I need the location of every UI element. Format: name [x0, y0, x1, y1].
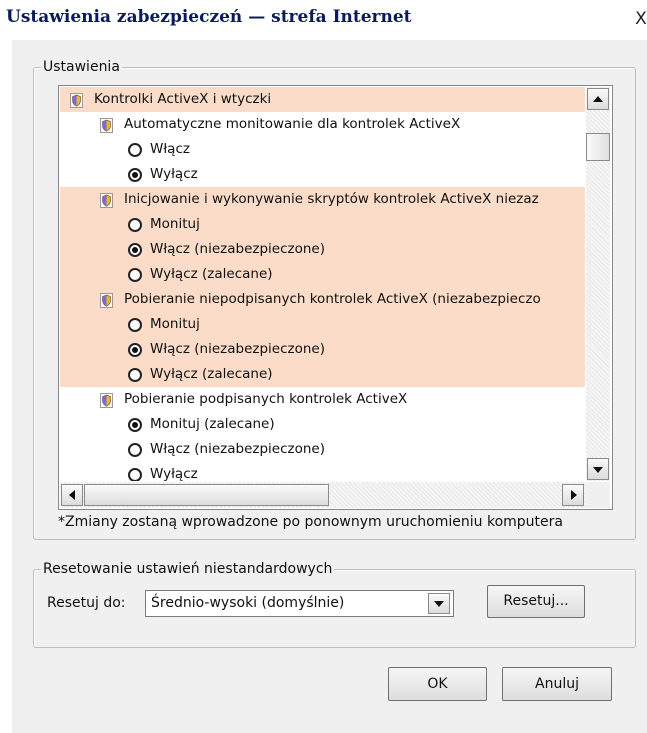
option-label: Monituj (zalecane): [150, 416, 275, 432]
tree-radio-option[interactable]: Wyłącz (zalecane): [60, 362, 585, 387]
setting-label: Automatyczne monitowanie dla kontrolek A…: [124, 116, 461, 132]
radio-unchecked[interactable]: [128, 218, 142, 232]
reset-button[interactable]: Resetuj...: [487, 585, 585, 618]
tree-radio-option[interactable]: Wyłącz: [60, 162, 585, 187]
chevron-down-icon: [434, 601, 444, 607]
tree-setting: Pobieranie niepodpisanych kontrolek Acti…: [60, 287, 585, 312]
arrow-up-icon: [593, 96, 603, 102]
close-button[interactable]: X: [631, 8, 647, 30]
radio-checked[interactable]: [128, 343, 142, 357]
setting-label: Inicjowanie i wykonywanie skryptów kontr…: [124, 191, 539, 207]
tree-radio-option[interactable]: Włącz (niezabezpieczone): [60, 237, 585, 262]
radio-unchecked[interactable]: [128, 468, 142, 481]
settings-tree: Kontrolki ActiveX i wtyczki Automatyczne …: [60, 87, 585, 481]
horizontal-scroll-thumb[interactable]: [84, 484, 329, 506]
scroll-right-button[interactable]: [562, 484, 584, 506]
arrow-left-icon: [69, 490, 75, 500]
tree-radio-option[interactable]: Wyłącz: [60, 462, 585, 481]
security-level-select[interactable]: Średnio-wysoki (domyślnie): [145, 590, 454, 617]
radio-unchecked[interactable]: [128, 143, 142, 157]
tree-setting: Automatyczne monitowanie dla kontrolek A…: [60, 112, 585, 137]
reset-group-label: Resetowanie ustawień niestandardowych: [41, 561, 335, 577]
arrow-down-icon: [593, 467, 603, 473]
settings-list[interactable]: Kontrolki ActiveX i wtyczki Automatyczne …: [58, 85, 613, 510]
tree-radio-option[interactable]: Włącz (niezabezpieczone): [60, 437, 585, 462]
scroll-left-button[interactable]: [61, 484, 83, 506]
option-label: Włącz: [150, 141, 190, 157]
security-level-value: Średnio-wysoki (domyślnie): [151, 595, 345, 611]
tree-radio-option[interactable]: Włącz (niezabezpieczone): [60, 337, 585, 362]
settings-group-label: Ustawienia: [41, 59, 122, 75]
tree-radio-option[interactable]: Monituj: [60, 312, 585, 337]
option-label: Wyłącz: [150, 466, 198, 481]
radio-dot: [132, 247, 138, 253]
vertical-scrollbar[interactable]: [586, 87, 610, 481]
arrow-right-icon: [571, 490, 577, 500]
scrollbar-corner: [586, 482, 610, 508]
tree-radio-option[interactable]: Włącz: [60, 137, 585, 162]
tree-radio-option[interactable]: Wyłącz (zalecane): [60, 262, 585, 287]
radio-unchecked[interactable]: [128, 268, 142, 282]
shield-icon: [100, 392, 113, 408]
scroll-down-button[interactable]: [587, 458, 609, 480]
radio-checked[interactable]: [128, 243, 142, 257]
horizontal-scrollbar[interactable]: [60, 482, 586, 508]
tree-category: Kontrolki ActiveX i wtyczki: [60, 87, 585, 112]
radio-checked[interactable]: [128, 168, 142, 182]
option-label: Wyłącz (zalecane): [150, 366, 273, 382]
ok-button[interactable]: OK: [388, 667, 487, 701]
shield-icon: [100, 192, 113, 208]
reset-to-label: Resetuj do:: [47, 595, 126, 611]
option-label: Włącz (niezabezpieczone): [150, 441, 325, 457]
tree-setting: Inicjowanie i wykonywanie skryptów kontr…: [60, 187, 585, 212]
radio-dot: [132, 422, 138, 428]
restart-note: *Zmiany zostaną wprowadzone po ponownym …: [58, 514, 563, 530]
category-label: Kontrolki ActiveX i wtyczki: [94, 91, 272, 107]
shield-icon: [70, 92, 83, 108]
dropdown-button[interactable]: [428, 593, 450, 614]
security-settings-dialog: Ustawienia zabezpieczeń — strefa Interne…: [0, 0, 647, 733]
tree-radio-option[interactable]: Monituj: [60, 212, 585, 237]
tree-radio-option[interactable]: Monituj (zalecane): [60, 412, 585, 437]
option-label: Włącz (niezabezpieczone): [150, 241, 325, 257]
vertical-scroll-thumb[interactable]: [586, 133, 610, 161]
radio-dot: [132, 347, 138, 353]
dialog-left-edge: [0, 40, 12, 733]
setting-label: Pobieranie niepodpisanych kontrolek Acti…: [124, 291, 541, 307]
setting-label: Pobieranie podpisanych kontrolek ActiveX: [124, 391, 408, 407]
title-bar: Ustawienia zabezpieczeń — strefa Interne…: [0, 0, 647, 40]
radio-checked[interactable]: [128, 418, 142, 432]
scroll-up-button[interactable]: [587, 88, 609, 110]
radio-unchecked[interactable]: [128, 443, 142, 457]
radio-dot: [132, 172, 138, 178]
cancel-button[interactable]: Anuluj: [502, 667, 612, 701]
radio-unchecked[interactable]: [128, 318, 142, 332]
shield-icon: [100, 117, 113, 133]
option-label: Monituj: [150, 216, 200, 232]
tree-setting: Pobieranie podpisanych kontrolek ActiveX: [60, 387, 585, 412]
option-label: Monituj: [150, 316, 200, 332]
option-label: Wyłącz: [150, 166, 198, 182]
option-label: Wyłącz (zalecane): [150, 266, 273, 282]
shield-icon: [100, 292, 113, 308]
window-title: Ustawienia zabezpieczeń — strefa Interne…: [6, 7, 412, 27]
radio-unchecked[interactable]: [128, 368, 142, 382]
option-label: Włącz (niezabezpieczone): [150, 341, 325, 357]
